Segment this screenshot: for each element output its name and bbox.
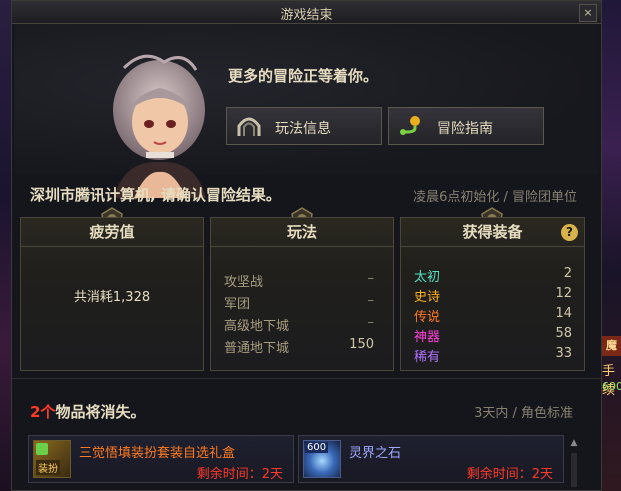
- help-icon[interactable]: ?: [561, 224, 578, 241]
- vanish-message: 2个物品将消失。: [30, 401, 145, 422]
- gear-count: 58: [555, 326, 572, 341]
- item-name: 三觉悟填装扮套装自选礼盒: [79, 446, 236, 461]
- vanishing-item[interactable]: 装扮 三觉悟填装扮套装自选礼盒 剩余时间：2天: [28, 435, 294, 483]
- vanish-text: 物品将消失。: [55, 403, 146, 421]
- gear-row: 史诗 12: [414, 286, 574, 306]
- item-badge: [36, 443, 48, 455]
- divider: [12, 378, 601, 379]
- play-row-name: 普通地下城: [224, 341, 290, 356]
- reset-note: 凌晨6点初始化 / 冒险团单位: [413, 190, 577, 205]
- play-row-value: 150: [349, 337, 374, 352]
- gear-row: 稀有 33: [414, 346, 574, 366]
- route-icon: [400, 116, 420, 135]
- gear-count: 14: [555, 306, 572, 321]
- play-row-name: 高级地下城: [224, 319, 290, 334]
- gear-rarity: 史诗: [414, 290, 441, 305]
- title-bar: 游戏结束 ×: [12, 1, 601, 24]
- background-right: 魔 手续 600: [600, 0, 621, 491]
- gear-panel: 获得装备 ? 太初 2 史诗 12 传说 14 神器 58 稀有 33: [400, 217, 585, 371]
- side-badge: 魔: [602, 336, 621, 356]
- vanish-note: 3天内 / 角色标准: [474, 406, 573, 421]
- gear-rarity: 稀有: [414, 350, 441, 365]
- play-header: 玩法: [211, 218, 393, 247]
- npc-portrait: [113, 54, 206, 198]
- dialog-title: 游戏结束: [280, 8, 333, 23]
- spirit-stone-icon: 600: [303, 440, 341, 478]
- play-row-name: 攻坚战: [224, 275, 264, 290]
- hero-section: 更多的冒险正等着你。 玩法信息 冒险指南: [14, 24, 599, 198]
- gear-row: 传说 14: [414, 306, 574, 326]
- gear-row: 太初 2: [414, 266, 574, 286]
- item-tag: 装扮: [36, 460, 60, 475]
- gear-header: 获得装备: [401, 218, 584, 247]
- item-name: 灵界之石: [349, 446, 402, 461]
- confirm-message: 深圳市腾讯计算机, 请确认冒险结果。: [30, 186, 281, 204]
- adventure-guide-label: 冒险指南: [437, 121, 493, 137]
- adventure-guide-button[interactable]: 冒险指南: [388, 107, 544, 145]
- gear-count: 33: [555, 346, 572, 361]
- game-over-dialog: 游戏结束 × 更多的冒险正等着你。 玩法信息 冒险指南 深圳市腾讯计算机, 请确…: [11, 0, 602, 491]
- play-row-value: –: [367, 315, 375, 330]
- vanishing-item[interactable]: 600 灵界之石 剩余时间：2天: [298, 435, 564, 483]
- play-row-name: 军团: [224, 297, 251, 312]
- fatigue-panel: 疲劳值 共消耗1,328: [20, 217, 204, 371]
- item-time-left: 剩余时间：2天: [196, 467, 283, 482]
- vanish-count: 2个: [30, 403, 56, 421]
- hero-message: 更多的冒险正等着你。: [228, 67, 379, 85]
- play-row: 普通地下城 150: [224, 337, 384, 357]
- item-quantity: 600: [305, 442, 329, 453]
- play-row: 攻坚战 –: [224, 271, 384, 291]
- gear-rarity: 传说: [414, 310, 441, 325]
- play-info-label: 玩法信息: [275, 121, 331, 137]
- play-row-value: –: [367, 293, 375, 308]
- play-info-button[interactable]: 玩法信息: [226, 107, 382, 145]
- item-time-left: 剩余时间：2天: [466, 467, 553, 482]
- play-row: 高级地下城 –: [224, 315, 384, 335]
- side-subtext: 600: [602, 380, 621, 393]
- costume-box-icon: 装扮: [33, 440, 71, 478]
- play-row: 军团 –: [224, 293, 384, 313]
- gear-row: 神器 58: [414, 326, 574, 346]
- play-panel: 玩法 攻坚战 – 军团 – 高级地下城 – 普通地下城 150: [210, 217, 394, 371]
- fatigue-header: 疲劳值: [21, 218, 203, 247]
- play-row-value: –: [367, 271, 375, 286]
- gear-count: 2: [563, 266, 572, 281]
- scroll-up-arrow[interactable]: ▲: [569, 438, 579, 450]
- arch-icon: [237, 117, 261, 136]
- gear-rarity: 神器: [414, 330, 441, 345]
- fatigue-value: 共消耗1,328: [73, 290, 151, 305]
- close-button[interactable]: ×: [579, 4, 597, 22]
- gear-rarity: 太初: [414, 270, 441, 285]
- gear-count: 12: [555, 286, 572, 301]
- scrollbar[interactable]: [571, 453, 577, 487]
